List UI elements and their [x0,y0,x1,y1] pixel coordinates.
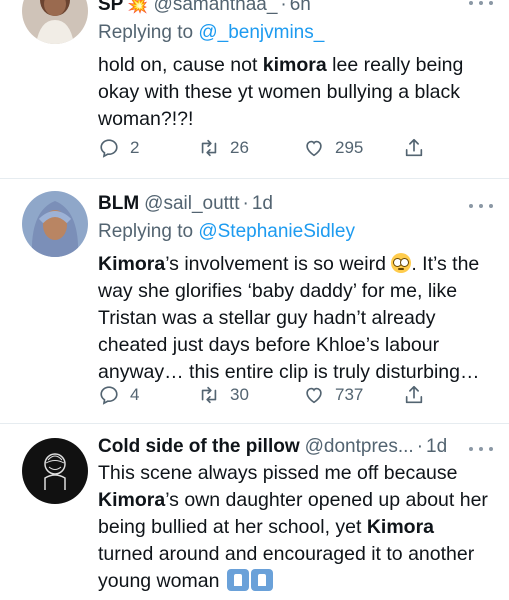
more-icon[interactable] [469,0,493,8]
reply-icon [100,139,118,158]
avatar[interactable] [22,438,88,504]
username[interactable]: @samanthaa_ [154,0,278,16]
username[interactable]: @sail_outtt [144,193,239,215]
more-icon[interactable] [469,444,493,454]
replying-to-label: Replying to [98,22,194,43]
avatar[interactable] [22,191,88,257]
like-button[interactable]: 737 [303,384,403,406]
reply-icon [100,386,118,405]
more-icon[interactable] [469,201,493,211]
display-name[interactable]: BLM [98,193,139,215]
tweet-text-bold: Kimora [98,489,166,511]
reply-to-link[interactable]: @_benjvmins_ [198,22,324,43]
replying-to-label: Replying to [98,221,194,242]
tweet[interactable]: BLM @sail_outtt · 1d Replying to @Stepha… [0,179,509,424]
display-name[interactable]: Cold side of the pillow [98,436,300,458]
like-count: 737 [335,385,364,404]
retweet-icon [201,386,217,404]
replying-to: Replying to @StephanieSidley [98,219,489,245]
timestamp[interactable]: 1d [252,193,273,215]
reply-to-link[interactable]: @StephanieSidley [198,221,355,242]
tweet-text-part: ’s involvement is so weird [165,253,392,275]
separator-dot: · [242,193,249,214]
retweet-button[interactable]: 26 [198,137,303,159]
tweet-text-part: turned around and encouraged it to anoth… [98,543,475,592]
name-emoji: 💥 [127,0,149,14]
tweet-text-bold: Kimora [98,253,166,275]
tweet-actions: 2 26 295 [98,135,428,161]
tweet[interactable]: Cold side of the pillow @dontpres... · 1… [0,424,509,600]
reply-button[interactable]: 2 [98,137,198,159]
share-icon [405,138,423,157]
separator-dot: · [280,0,287,15]
tweet-text: Kimora’s involvement is so weird . It’s … [98,251,489,386]
share-button[interactable] [403,137,425,159]
username[interactable]: @dontpres... [305,436,414,458]
heart-icon [306,387,322,404]
tweet-text-part: This scene always pissed me off because [98,462,458,484]
tweet-text: This scene always pissed me off because … [98,460,489,595]
like-button[interactable]: 295 [303,137,403,159]
replying-to: Replying to @_benjvmins_ [98,20,489,46]
tweet-text-bold: kimora [262,54,327,76]
separator-dot: · [416,436,424,457]
like-count: 295 [335,138,364,157]
tweet-actions: 4 30 737 [98,382,428,408]
heart-icon [306,140,322,157]
emoji-icon [250,569,273,591]
tweet-text: hold on, cause not kimora lee really bei… [98,52,489,133]
flushed-face-icon [391,253,412,273]
avatar[interactable] [22,0,88,44]
timestamp[interactable]: 1d [426,436,447,458]
retweet-icon [201,139,217,157]
reply-count: 2 [130,138,140,157]
retweet-count: 30 [230,385,249,404]
share-button[interactable] [403,384,425,406]
reply-count: 4 [130,385,140,404]
retweet-button[interactable]: 30 [198,384,303,406]
tweet-text-bold: Kimora [366,516,435,538]
tweet-text-part: hold on, cause not [98,54,263,76]
display-name[interactable]: SP [98,0,123,16]
retweet-count: 26 [230,138,249,157]
share-icon [405,385,423,404]
reply-button[interactable]: 4 [98,384,198,406]
tweet[interactable]: SP 💥 @samanthaa_ · 6h Replying to @_benj… [0,0,509,180]
emoji-icon [226,569,249,591]
timestamp[interactable]: 6h [290,0,311,16]
